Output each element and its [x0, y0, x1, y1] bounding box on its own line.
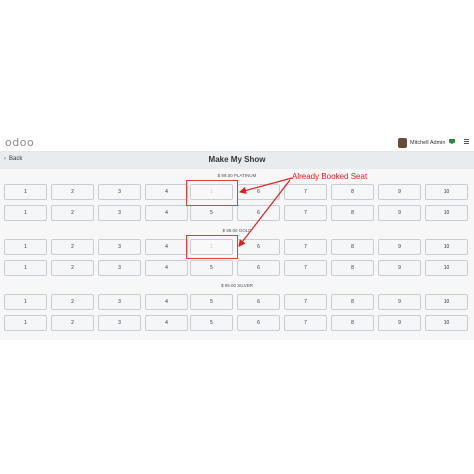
annotation-arrows [238, 177, 293, 247]
annotation-label: Already Booked Seat [292, 172, 368, 181]
arrow-to-platinum [238, 177, 293, 194]
